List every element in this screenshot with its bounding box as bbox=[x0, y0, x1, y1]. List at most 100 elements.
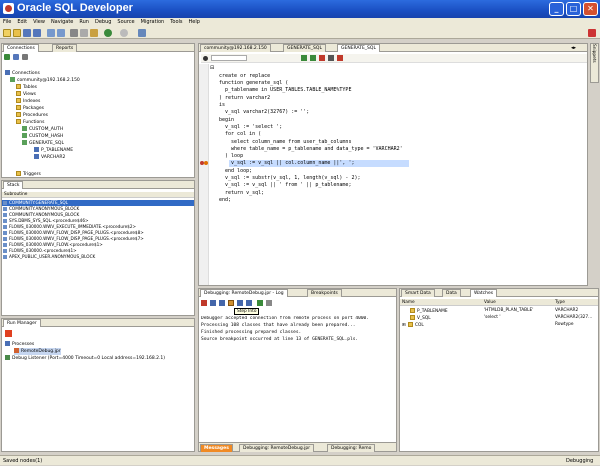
stack-row[interactable]: COMMUNITY.GENERATE_SQL bbox=[2, 200, 194, 206]
terminate-icon[interactable] bbox=[5, 330, 12, 337]
stack-row[interactable]: FLOWS_030000.WWV_FLOW_DISP_PAGE_PLUGS.<p… bbox=[2, 236, 144, 242]
menu-source[interactable]: Source bbox=[114, 18, 137, 27]
editor-nav-arrows-icon[interactable]: ◂▸ bbox=[571, 45, 577, 51]
tab-data[interactable]: Data bbox=[442, 289, 461, 297]
gear-icon[interactable] bbox=[203, 56, 208, 61]
save-icon[interactable] bbox=[23, 29, 31, 37]
data-row[interactable]: ⊞ COL Rowtype bbox=[402, 322, 598, 330]
tab-debug-log[interactable]: Debugging: RemoteDebug.jpr - Log bbox=[200, 289, 288, 297]
add-connection-icon[interactable] bbox=[4, 54, 10, 60]
snippets-side-tab[interactable]: Snippets bbox=[590, 43, 599, 83]
fold-icon[interactable]: ⊟ bbox=[210, 65, 216, 71]
new-icon[interactable] bbox=[3, 29, 11, 37]
sql-icon[interactable] bbox=[588, 29, 596, 37]
code-line-current[interactable]: v_sql := v_sql || col.column_name ||', '… bbox=[219, 160, 354, 167]
tab-debugging-remotedebug[interactable]: Debugging: RemoteDebug.jpr bbox=[239, 444, 315, 452]
column-name[interactable]: Name bbox=[402, 299, 415, 306]
menu-help[interactable]: Help bbox=[186, 18, 203, 27]
step-into-icon[interactable] bbox=[228, 300, 234, 306]
code-line[interactable]: p_tablename in USER_TABLES.TABLE_NAME%TY… bbox=[219, 87, 351, 94]
code-line[interactable]: for col in ( bbox=[219, 131, 261, 138]
tab-run-manager[interactable]: Run Manager bbox=[3, 319, 41, 327]
tab-smart-data[interactable]: Smart Data bbox=[401, 289, 435, 297]
tab-watches[interactable]: Watches bbox=[470, 289, 498, 297]
stack-header-subroutine[interactable]: Subroutine bbox=[2, 192, 194, 198]
run-icon[interactable] bbox=[301, 55, 307, 61]
tab-breakpoints[interactable]: Breakpoints bbox=[307, 289, 342, 297]
stack-row[interactable]: FLOWS_030000.<procedure$1> bbox=[2, 248, 77, 254]
code-line[interactable]: end; bbox=[219, 197, 231, 204]
column-value[interactable]: Value bbox=[484, 299, 496, 306]
sql-worksheet-icon[interactable] bbox=[138, 29, 146, 37]
tree-triggers[interactable]: Triggers bbox=[16, 171, 41, 178]
menu-view[interactable]: View bbox=[30, 18, 48, 27]
filter-icon[interactable] bbox=[22, 54, 28, 60]
menu-edit[interactable]: Edit bbox=[14, 18, 30, 27]
stack-row[interactable]: COMMUNITY.ANONYMOUS_BLOCK bbox=[2, 206, 79, 212]
stack-row[interactable]: APEX_PUBLIC_USER.ANONYMOUS_BLOCK bbox=[2, 254, 95, 260]
redo-icon[interactable] bbox=[57, 29, 65, 37]
stack-row[interactable]: FLOWS_030000.WWV_EXECUTE_IMMEDIATE.<proc… bbox=[2, 224, 136, 230]
paste-icon[interactable] bbox=[90, 29, 98, 37]
refresh-icon[interactable] bbox=[13, 54, 19, 60]
menu-migration[interactable]: Migration bbox=[138, 18, 168, 27]
find-execution-point-icon[interactable] bbox=[210, 300, 216, 306]
debug-listener[interactable]: Debug Listener (Port=4000 Timeout=0 Loca… bbox=[5, 355, 165, 362]
resume-icon[interactable] bbox=[257, 300, 263, 306]
menu-tools[interactable]: Tools bbox=[167, 18, 185, 27]
menu-file[interactable]: File bbox=[0, 18, 14, 27]
tree-packages[interactable]: Packages bbox=[16, 105, 44, 112]
editor-search-input[interactable] bbox=[211, 55, 247, 61]
stack-row[interactable]: FLOWS_030000.WWV_FLOW_DISP_PAGE_PLUGS.<p… bbox=[2, 230, 144, 236]
tree-indexes[interactable]: Indexes bbox=[16, 98, 40, 105]
stack-row[interactable]: FLOWS_030000.WWV_FLOW.<procedure$1> bbox=[2, 242, 103, 248]
step-over-icon[interactable] bbox=[219, 300, 225, 306]
step-out-icon[interactable] bbox=[237, 300, 243, 306]
minimize-button[interactable]: _ bbox=[549, 2, 564, 16]
stack-row[interactable]: COMMUNITY.ANONYMOUS_BLOCK bbox=[2, 212, 79, 218]
tab-reports[interactable]: Reports bbox=[52, 44, 78, 52]
tree-generate-sql[interactable]: GENERATE_SQL bbox=[22, 140, 64, 147]
tree-connections-root[interactable]: Connections bbox=[5, 70, 40, 77]
step-to-end-icon[interactable] bbox=[246, 300, 252, 306]
tree-custom-hash[interactable]: CUSTOM_HASH bbox=[22, 133, 63, 140]
save-all-icon[interactable] bbox=[33, 29, 41, 37]
debug-icon[interactable] bbox=[319, 55, 325, 61]
menu-debug[interactable]: Debug bbox=[92, 18, 114, 27]
tab-connections[interactable]: Connections bbox=[3, 44, 39, 52]
open-folder-icon[interactable] bbox=[13, 29, 21, 37]
code-line[interactable]: v_sql varchar2(32767) := ''; bbox=[219, 109, 309, 116]
processes-node[interactable]: Processes bbox=[5, 341, 34, 348]
undo-icon[interactable] bbox=[47, 29, 55, 37]
menu-run[interactable]: Run bbox=[76, 18, 92, 27]
compile-debug-icon[interactable] bbox=[337, 55, 343, 61]
tree-param-p-tablename[interactable]: P_TABLENAME bbox=[34, 147, 73, 154]
tab-stack[interactable]: Stack bbox=[3, 181, 24, 189]
tree-tables[interactable]: Tables bbox=[16, 84, 37, 91]
copy-icon[interactable] bbox=[80, 29, 88, 37]
tab-connection[interactable]: community@192.168.2.150 bbox=[200, 44, 271, 52]
column-type[interactable]: Type bbox=[555, 299, 565, 306]
stack-row[interactable]: SYS.DBMS_SYS_SQL.<procedure$46> bbox=[2, 218, 89, 224]
process-remote-debug[interactable]: RemoteDebug.jpr bbox=[14, 348, 61, 355]
code-line[interactable]: v_sql := v_sql || ' from ' || p_tablenam… bbox=[219, 182, 351, 189]
tree-return-varchar2[interactable]: VARCHAR2 bbox=[34, 154, 65, 161]
maximize-button[interactable]: □ bbox=[566, 2, 581, 16]
forward-icon[interactable] bbox=[120, 29, 128, 37]
code-line[interactable]: ) return varchar2 bbox=[219, 95, 270, 102]
compile-icon[interactable] bbox=[328, 55, 334, 61]
back-icon[interactable] bbox=[104, 29, 112, 37]
tree-procedures[interactable]: Procedures bbox=[16, 112, 48, 119]
tab-messages[interactable]: Messages bbox=[200, 444, 233, 452]
tab-generate-sql[interactable]: GENERATE_SQL bbox=[283, 44, 326, 52]
tab-generate-sql-debug[interactable]: GENERATE_SQL bbox=[337, 44, 380, 52]
tree-custom-auth[interactable]: CUSTOM_AUTH bbox=[22, 126, 63, 133]
tree-views[interactable]: Views bbox=[16, 91, 36, 98]
run-to-icon[interactable] bbox=[310, 55, 316, 61]
code-line[interactable]: where table_name = p_tablename and data_… bbox=[219, 146, 403, 153]
tree-connection[interactable]: community@192.168.2.150 bbox=[10, 77, 80, 84]
close-button[interactable]: ✕ bbox=[583, 2, 598, 16]
terminate-debug-icon[interactable] bbox=[201, 300, 207, 306]
cut-icon[interactable] bbox=[70, 29, 78, 37]
tab-debugging-remo[interactable]: Debugging: Remo bbox=[327, 444, 376, 452]
